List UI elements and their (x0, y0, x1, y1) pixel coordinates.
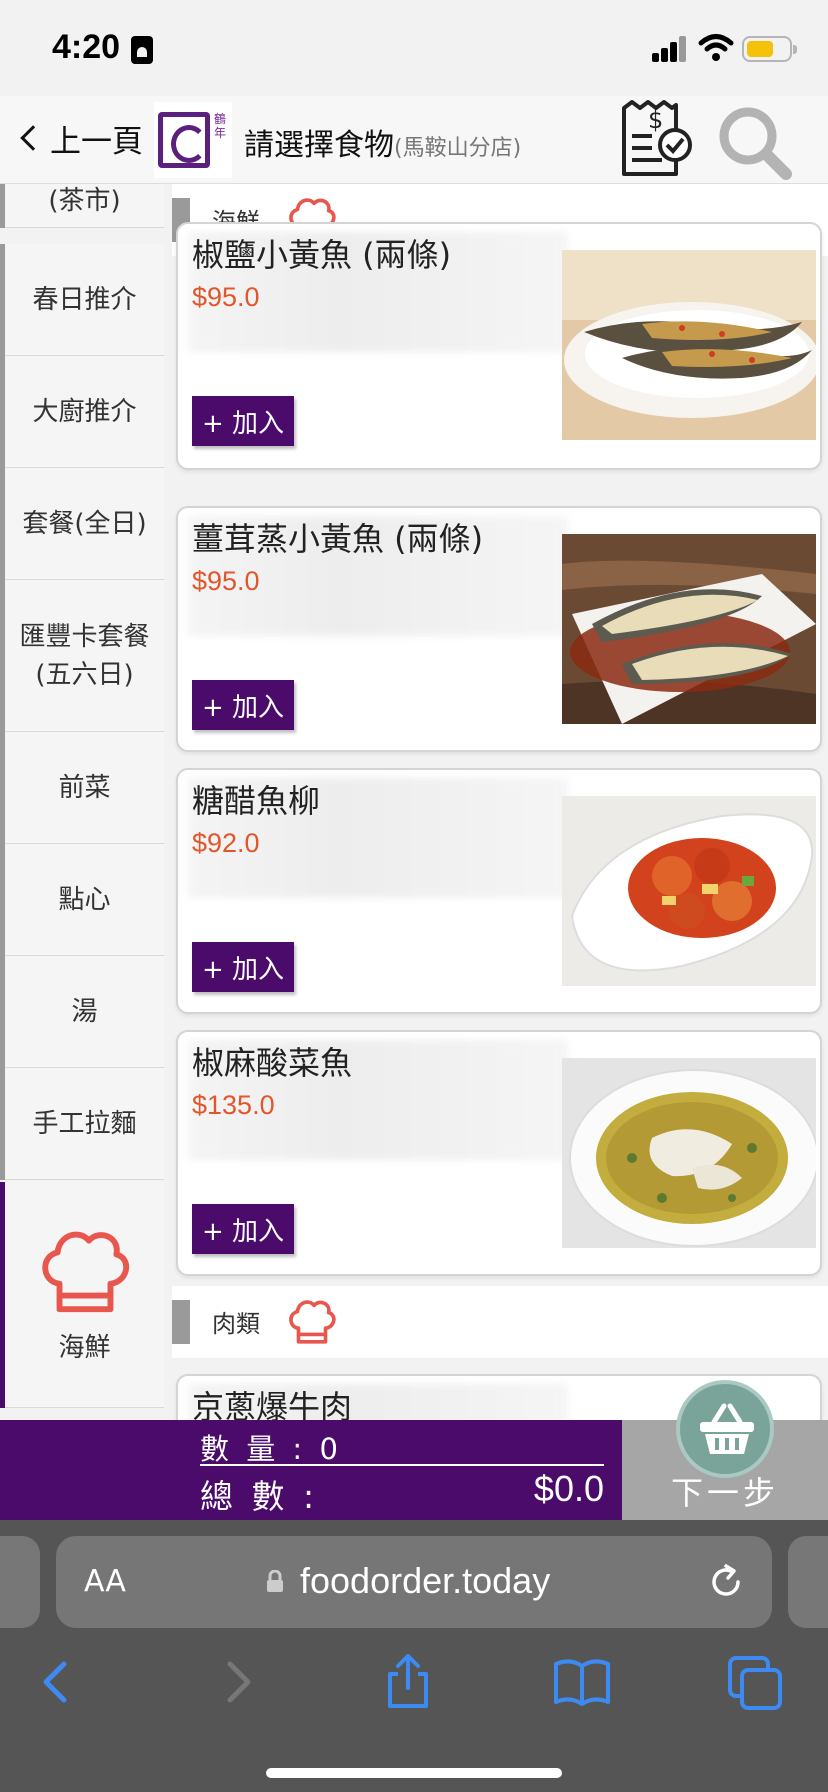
category-sidebar: (茶市) 春日推介 大廚推介 套餐(全日) 匯豐卡套餐(五六日) 前菜 點心 湯… (0, 184, 164, 1420)
share-button[interactable] (378, 1652, 438, 1712)
browser-nav-row (0, 1652, 828, 1732)
section-header-meat: 肉類 (172, 1286, 828, 1358)
chef-hat-icon (41, 1231, 129, 1312)
sidebar-item-spring-special[interactable]: 春日推介 (0, 244, 164, 356)
quantity-summary: 數 量 : 0 (200, 1426, 604, 1466)
quantity-value: 0 (319, 1432, 342, 1466)
sidebar-item-label: 點心 (58, 884, 111, 915)
sidebar-item-label: (茶市) (48, 185, 121, 216)
chevron-left-icon (43, 1661, 67, 1703)
branch-name: (馬鞍山分店) (394, 136, 522, 161)
sidebar-item-label: 海鮮 (58, 1332, 111, 1363)
previous-tab-preview[interactable] (0, 1536, 40, 1628)
back-nav-button[interactable] (28, 1652, 88, 1712)
lock-icon (267, 1570, 283, 1592)
address-bar[interactable]: AA foodorder.today (56, 1536, 772, 1628)
sidebar-item-appetizer[interactable]: 前菜 (0, 732, 164, 844)
url-text: foodorder.today (300, 1560, 551, 1601)
menu-item-price: $92.0 (192, 828, 260, 858)
fried-fish-photo[interactable] (562, 250, 816, 440)
back-label: 上一頁 (50, 123, 143, 160)
sidebar-item-hsbc-set[interactable]: 匯豐卡套餐(五六日) (0, 580, 164, 732)
menu-item-card: 糖醋魚柳 $92.0 + 加入 (176, 768, 822, 1014)
sweet-sour-fish-photo[interactable] (562, 796, 816, 986)
menu-item-name: 京蔥爆牛肉 (192, 1388, 353, 1420)
chevron-left-icon (20, 125, 46, 151)
logo-text: 鶴年 (214, 112, 227, 140)
page-title: 請選擇食物(馬鞍山分店) (244, 120, 521, 164)
receipt-check-icon[interactable]: $ (618, 98, 696, 180)
menu-item-card: 椒鹽小黃魚 (兩條) $95.0 + 加入 (176, 222, 822, 470)
menu-item-name: 糖醋魚柳 (192, 782, 321, 820)
reload-icon[interactable] (706, 1562, 746, 1602)
pickled-cabbage-fish-photo[interactable] (562, 1058, 816, 1248)
bookmarks-button[interactable] (552, 1652, 612, 1712)
battery-icon (742, 36, 797, 62)
section-label: 肉類 (212, 1310, 260, 1338)
status-bar: 4:20 (0, 0, 828, 96)
back-button[interactable]: 上一頁 (18, 116, 143, 160)
restaurant-logo: 鶴年 (154, 102, 232, 178)
share-icon (388, 1654, 428, 1708)
menu-item-price: $135.0 (192, 1090, 275, 1120)
sidebar-item-chef-special[interactable]: 大廚推介 (0, 356, 164, 468)
sidebar-item-label: 湯 (71, 996, 98, 1027)
cart-button[interactable] (676, 1380, 774, 1478)
menu-item-price: $95.0 (192, 566, 260, 596)
add-to-cart-button[interactable]: + 加入 (192, 396, 294, 446)
menu-item-price: $95.0 (192, 282, 260, 312)
chef-hat-icon (289, 1300, 336, 1344)
home-indicator (266, 1768, 562, 1778)
sidebar-item-label: 大廚推介 (32, 396, 137, 427)
forward-nav-button[interactable] (208, 1652, 268, 1712)
sidebar-item-label: 套餐(全日) (22, 508, 147, 539)
sidebar-item-label: 春日推介 (32, 284, 137, 315)
search-icon[interactable] (716, 104, 796, 182)
aa-label: AA (84, 1564, 126, 1599)
cellular-signal-icon (652, 34, 688, 62)
book-icon (554, 1659, 610, 1706)
steamed-fish-photo[interactable] (562, 534, 816, 724)
add-to-cart-button[interactable]: + 加入 (192, 1204, 294, 1254)
add-to-cart-button[interactable]: + 加入 (192, 680, 294, 730)
tabs-icon (728, 1656, 782, 1710)
sidebar-item-soup[interactable]: 湯 (0, 956, 164, 1068)
total-label: 總 數 : (200, 1477, 319, 1516)
svg-text:$: $ (648, 106, 663, 134)
add-to-cart-button[interactable]: + 加入 (192, 942, 294, 992)
wifi-icon (698, 34, 734, 61)
next-tab-preview[interactable] (788, 1536, 828, 1628)
menu-item-name: 椒鹽小黃魚 (兩條) (192, 236, 452, 274)
tabs-button[interactable] (726, 1652, 786, 1712)
total-value: $0.0 (533, 1468, 604, 1509)
sim-card-icon (131, 36, 153, 64)
menu-item-card: 薑茸蒸小黃魚 (兩條) $95.0 + 加入 (176, 506, 822, 752)
sidebar-item-tea-market[interactable]: (茶市) (0, 184, 164, 228)
status-time: 4:20 (52, 28, 121, 66)
menu-item-card: 椒麻酸菜魚 $135.0 + 加入 (176, 1030, 822, 1276)
chevron-right-icon (227, 1661, 251, 1703)
quantity-label: 數 量 : (200, 1432, 320, 1466)
reader-settings-button[interactable]: AA (84, 1564, 126, 1599)
menu-list: 海鮮 椒鹽小黃魚 (兩條) $95.0 + 加入 薑茸蒸小黃魚 (兩條) $95… (172, 184, 828, 1420)
sidebar-item-set-meal[interactable]: 套餐(全日) (0, 468, 164, 580)
sidebar-item-label: 前菜 (58, 772, 111, 803)
basket-icon (700, 1403, 754, 1454)
app-header: 上一頁 鶴年 請選擇食物(馬鞍山分店) $ (0, 96, 828, 184)
menu-item-name: 椒麻酸菜魚 (192, 1044, 353, 1082)
sidebar-item-label: 手工拉麵 (32, 1108, 137, 1139)
page-title-text: 請選擇食物 (244, 128, 394, 163)
sidebar-item-seafood[interactable]: 海鮮 (0, 1182, 164, 1408)
sidebar-item-label: 匯豐卡套餐(五六日) (19, 621, 150, 690)
sidebar-item-dim-sum[interactable]: 點心 (0, 844, 164, 956)
browser-toolbar: AA foodorder.today (0, 1520, 828, 1792)
sidebar-item-noodles[interactable]: 手工拉麵 (0, 1068, 164, 1180)
menu-item-name: 薑茸蒸小黃魚 (兩條) (192, 520, 484, 558)
